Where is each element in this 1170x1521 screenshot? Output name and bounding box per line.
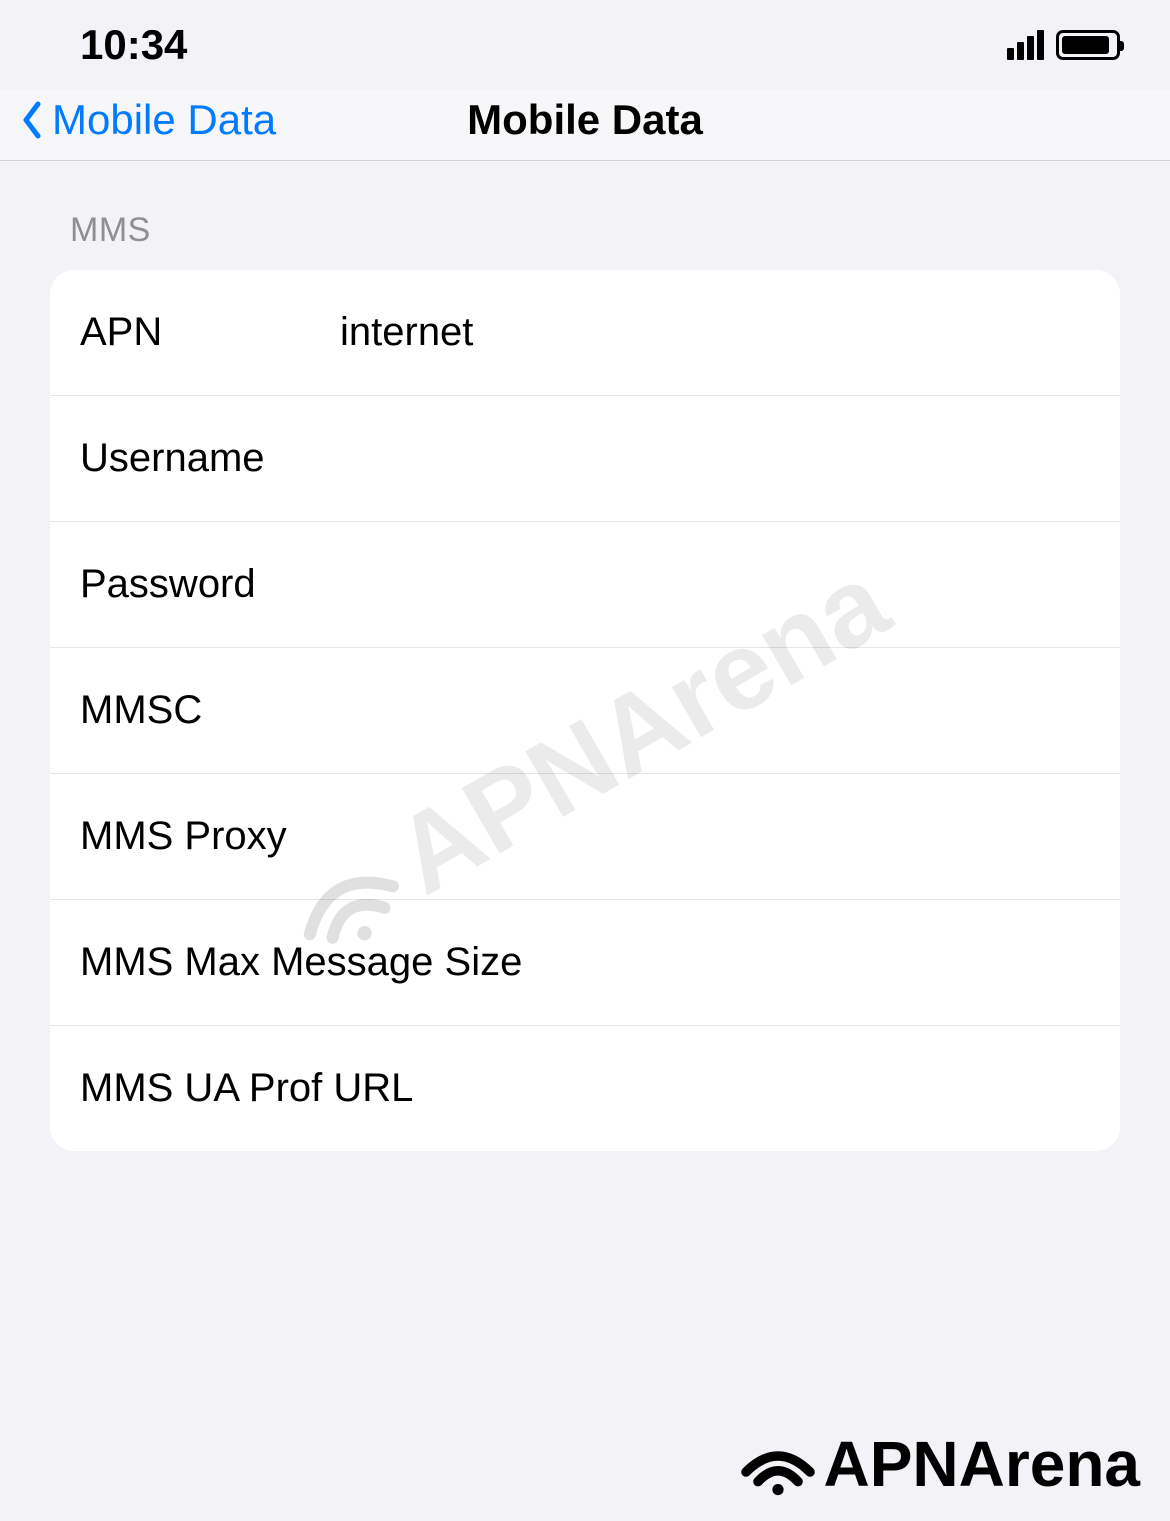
back-label: Mobile Data xyxy=(52,96,276,144)
back-button[interactable]: Mobile Data xyxy=(20,96,276,144)
row-mms-max-size[interactable]: MMS Max Message Size xyxy=(50,900,1120,1026)
password-input[interactable] xyxy=(340,562,1090,607)
footer-logo: APNArena xyxy=(738,1427,1140,1501)
password-label: Password xyxy=(80,562,340,607)
status-bar: 10:34 xyxy=(0,0,1170,90)
navigation-bar: Mobile Data Mobile Data xyxy=(0,90,1170,161)
content-area: MMS APN Username Password MMSC MMS Proxy xyxy=(0,161,1170,1151)
mmsc-label: MMSC xyxy=(80,688,340,733)
mmsc-input[interactable] xyxy=(340,688,1090,733)
section-header-mms: MMS xyxy=(50,211,1120,270)
mms-ua-prof-url-label: MMS UA Prof URL xyxy=(80,1066,1090,1111)
status-indicators xyxy=(1007,30,1120,60)
username-input[interactable] xyxy=(340,436,1090,481)
apn-label: APN xyxy=(80,310,340,355)
wifi-icon xyxy=(738,1432,818,1496)
row-mms-ua-prof-url[interactable]: MMS UA Prof URL xyxy=(50,1026,1120,1151)
row-mms-proxy[interactable]: MMS Proxy xyxy=(50,774,1120,900)
signal-icon xyxy=(1007,30,1044,60)
settings-group-mms: APN Username Password MMSC MMS Proxy MMS… xyxy=(50,270,1120,1151)
page-title: Mobile Data xyxy=(467,96,703,144)
mms-proxy-input[interactable] xyxy=(340,814,1090,859)
row-mmsc[interactable]: MMSC xyxy=(50,648,1120,774)
apn-input[interactable] xyxy=(340,310,1090,355)
row-password[interactable]: Password xyxy=(50,522,1120,648)
username-label: Username xyxy=(80,436,340,481)
row-apn[interactable]: APN xyxy=(50,270,1120,396)
mms-max-size-label: MMS Max Message Size xyxy=(80,940,1090,985)
chevron-left-icon xyxy=(20,100,44,140)
row-username[interactable]: Username xyxy=(50,396,1120,522)
status-time: 10:34 xyxy=(80,21,187,69)
mms-proxy-label: MMS Proxy xyxy=(80,814,340,859)
battery-icon xyxy=(1056,30,1120,60)
